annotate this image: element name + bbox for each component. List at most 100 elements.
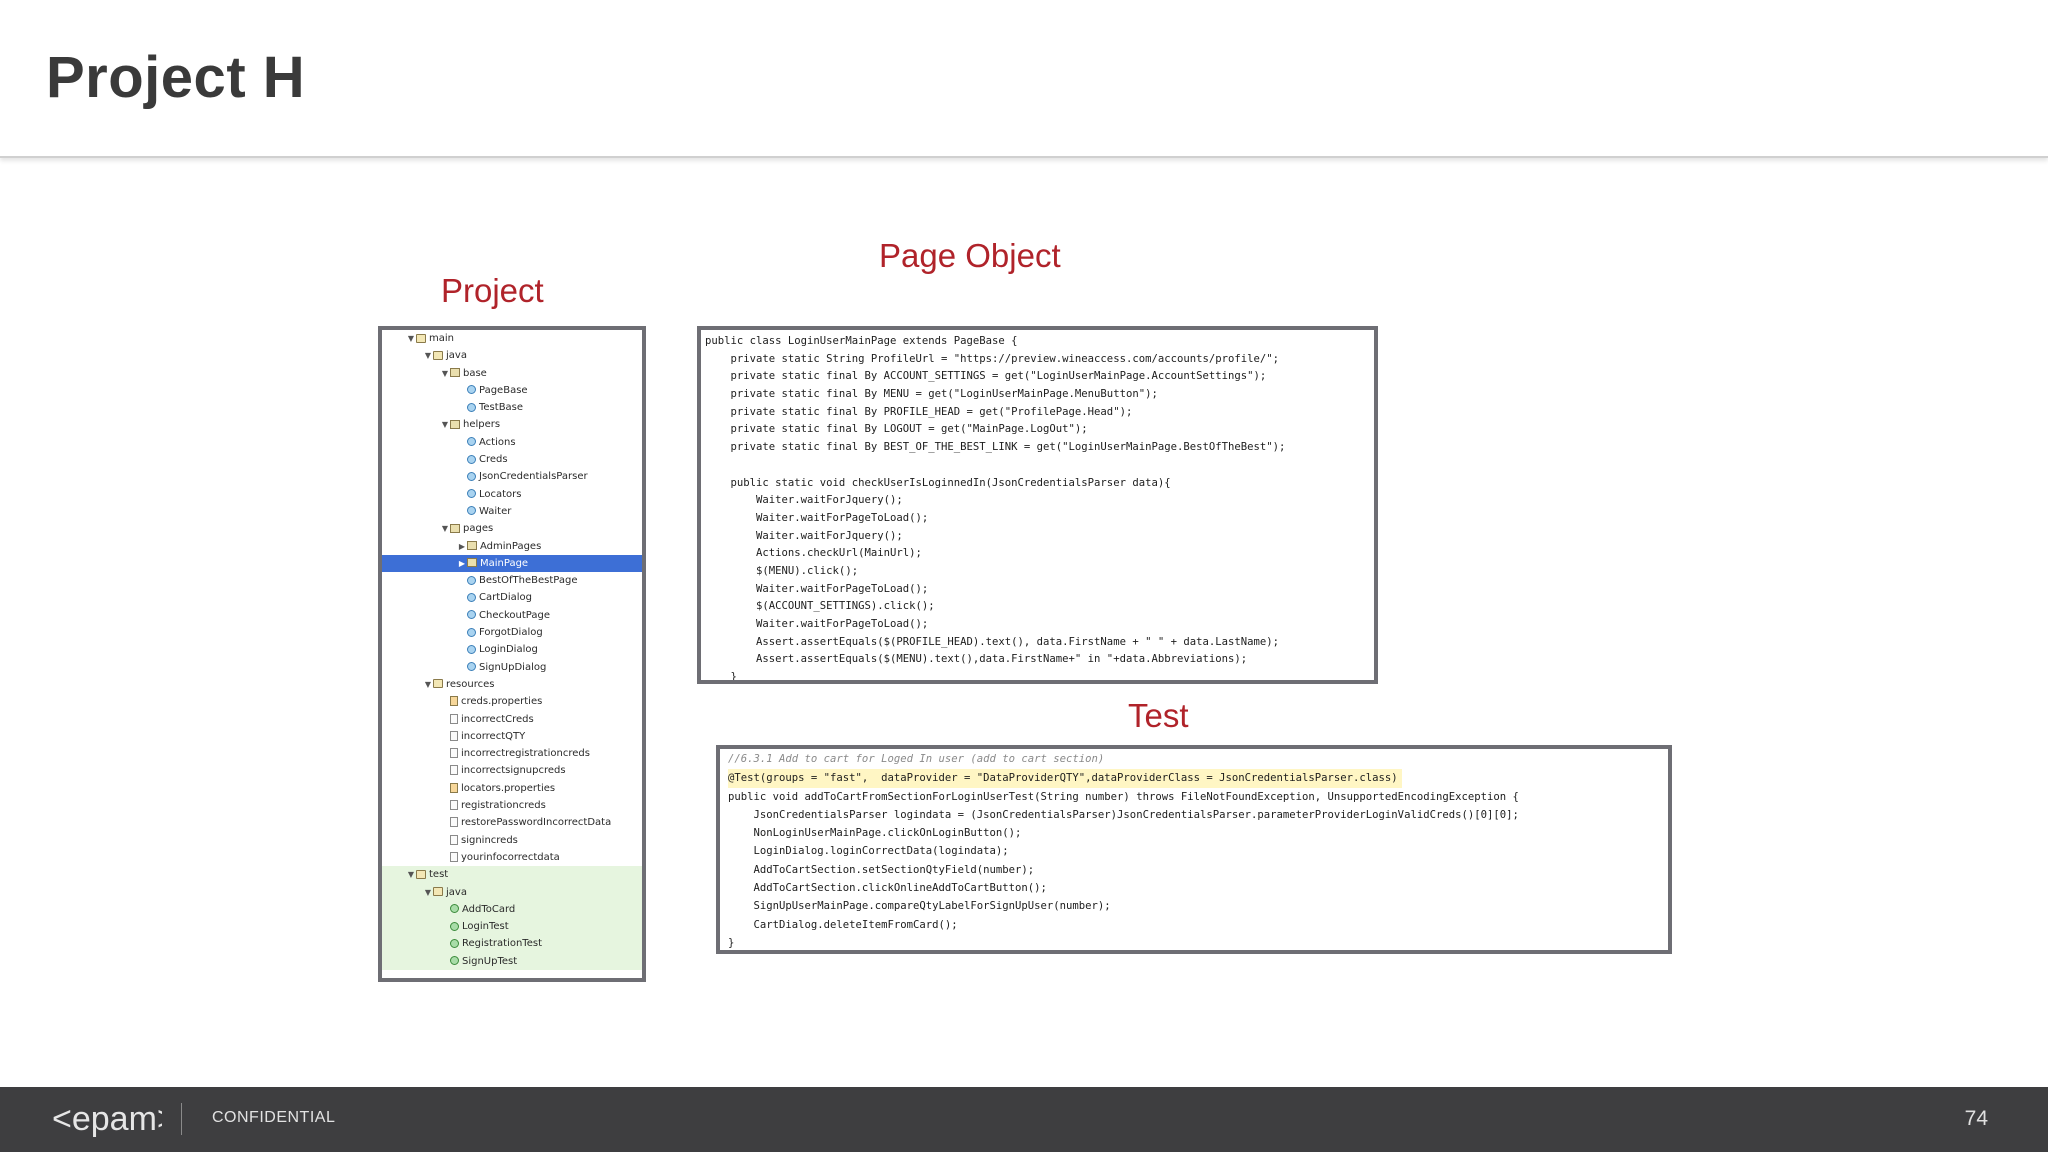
slide-title: Project H [46, 45, 306, 110]
test-label: Test [1128, 697, 1189, 734]
footer-divider [181, 1103, 182, 1135]
collapse-arrow-icon[interactable]: ▼ [440, 520, 450, 537]
tree-item[interactable]: ▶ AdminPages [382, 538, 642, 555]
class-icon [467, 610, 476, 620]
tree-item[interactable]: RegistrationTest [382, 935, 642, 953]
expand-arrow-icon[interactable]: ▶ [457, 538, 467, 555]
code-line: Assert.assertEquals($(MENU).text(),data.… [705, 653, 1248, 666]
tree-item[interactable]: ▼ test [382, 866, 642, 884]
collapse-arrow-icon[interactable]: ▼ [406, 866, 416, 883]
code-line: NonLoginUserMainPage.clickOnLoginButton(… [728, 827, 1022, 840]
page-object-code-screenshot: public class LoginUserMainPage extends P… [697, 326, 1378, 684]
tree-item[interactable]: ▼ base [382, 365, 642, 382]
expand-arrow-icon[interactable]: ▶ [457, 555, 467, 572]
code-line: SignUpUserMainPage.compareQtyLabelForSig… [728, 900, 1111, 913]
folder-icon [433, 887, 443, 896]
tree-item[interactable]: ▼ resources [382, 676, 642, 693]
tree-item-label: AddToCard [462, 903, 516, 915]
tree-item[interactable]: CartDialog [382, 589, 642, 606]
tree-item-label: base [463, 367, 487, 379]
tree-item[interactable]: incorrectsignupcreds [382, 762, 642, 779]
project-label: Project [441, 272, 544, 309]
code-line: $(ACCOUNT_SETTINGS).click(); [705, 600, 935, 613]
tree-item[interactable]: registrationcreds [382, 797, 642, 814]
tree-item[interactable]: signincreds [382, 832, 642, 849]
collapse-arrow-icon[interactable]: ▼ [423, 676, 433, 693]
tree-item-label: SignUpDialog [479, 661, 547, 673]
test-class-icon [450, 921, 459, 931]
tree-item[interactable]: PageBase [382, 382, 642, 399]
tree-item[interactable]: ▶ MainPage [382, 554, 642, 573]
tree-item-label: registrationcreds [461, 800, 546, 812]
tree-item[interactable]: Locators [382, 486, 642, 503]
class-icon [467, 454, 476, 464]
tree-item[interactable]: JsonCredentialsParser [382, 468, 642, 485]
tree-item[interactable]: ▼ pages [382, 520, 642, 537]
code-line: Waiter.waitForPageToLoad(); [705, 618, 929, 630]
tree-item[interactable]: incorrectregistrationcreds [382, 745, 642, 762]
tree-item[interactable]: locators.properties [382, 780, 642, 797]
tree-item[interactable]: BestOfTheBestPage [382, 572, 642, 589]
tree-item[interactable]: AddToCard [382, 900, 642, 919]
tree-item[interactable]: SignUpTest [382, 952, 642, 970]
class-icon [467, 402, 476, 412]
file-icon [450, 730, 458, 741]
code-line: $(MENU).click(); [705, 564, 859, 577]
code-line: AddToCartSection.setSectionQtyField(numb… [728, 863, 1035, 876]
code-line: private static final By PROFILE_HEAD = g… [705, 405, 1133, 418]
tree-item[interactable]: ▼ java [382, 347, 642, 364]
file-icon [450, 748, 458, 759]
tree-item[interactable]: ▼ java [382, 883, 642, 901]
slide-header: Project H [0, 0, 2048, 158]
collapse-arrow-icon[interactable]: ▼ [423, 347, 433, 364]
tree-item[interactable]: restorePasswordIncorrectData [382, 814, 642, 831]
tree-item-label: Waiter [479, 505, 512, 517]
tree-item[interactable]: LoginDialog [382, 641, 642, 658]
tree-item-label: AdminPages [480, 540, 542, 552]
tree-item[interactable]: SignUpDialog [382, 659, 642, 676]
code-line: LoginDialog.loginCorrectData(logindata); [728, 845, 1009, 858]
project-tree-screenshot: ▼ main ▼ java ▼ base PageBase TestBase ▼ helpers A… [378, 326, 646, 982]
tree-item[interactable]: incorrectCreds [382, 711, 642, 728]
tree-item-label: JsonCredentialsParser [479, 471, 588, 483]
collapse-arrow-icon[interactable]: ▼ [406, 330, 416, 347]
tree-item-label: SignUpTest [462, 955, 518, 967]
class-icon [467, 489, 476, 499]
class-icon [467, 471, 476, 481]
collapse-arrow-icon[interactable]: ▼ [440, 416, 450, 433]
properties-file-icon [450, 782, 458, 793]
tree-item-label: java [446, 886, 467, 898]
tree-item[interactable]: ▼ main [382, 330, 642, 347]
collapse-arrow-icon[interactable]: ▼ [440, 365, 450, 382]
tree-item-label: Locators [479, 488, 522, 500]
tree-item[interactable]: ▼ helpers [382, 416, 642, 433]
tree-item-label: test [429, 869, 449, 881]
tree-item[interactable]: TestBase [382, 399, 642, 416]
file-icon [450, 713, 458, 724]
tree-item[interactable]: LoginTest [382, 918, 642, 936]
collapse-arrow-icon[interactable]: ▼ [423, 884, 433, 901]
tree-item[interactable]: Creds [382, 451, 642, 468]
tree-item-label: Actions [479, 436, 516, 448]
tree-item[interactable]: incorrectQTY [382, 728, 642, 745]
tree-item[interactable]: Waiter [382, 503, 642, 520]
tree-item-label: LoginTest [462, 921, 509, 933]
code-line: Waiter.waitForPageToLoad(); [705, 511, 929, 524]
tree-item[interactable]: Actions [382, 434, 642, 451]
file-icon [450, 851, 458, 862]
tree-item[interactable]: yourinfocorrectdata [382, 849, 642, 866]
class-icon [467, 627, 476, 637]
class-icon [467, 575, 476, 585]
page-number: 74 [1964, 1107, 1988, 1130]
tree-item[interactable]: CheckoutPage [382, 607, 642, 624]
tree-item[interactable]: ForgotDialog [382, 624, 642, 641]
code-line: private static final By LOGOUT = get("Ma… [705, 423, 1088, 436]
tree-item-label: locators.properties [461, 782, 556, 794]
tree-item-label: incorrectregistrationcreds [461, 748, 590, 760]
package-icon [450, 523, 460, 533]
tree-item-label: helpers [463, 419, 501, 431]
tree-item[interactable]: creds.properties [382, 693, 642, 710]
tree-item-label: LoginDialog [479, 644, 538, 656]
class-icon [467, 662, 476, 672]
package-icon [450, 419, 460, 429]
